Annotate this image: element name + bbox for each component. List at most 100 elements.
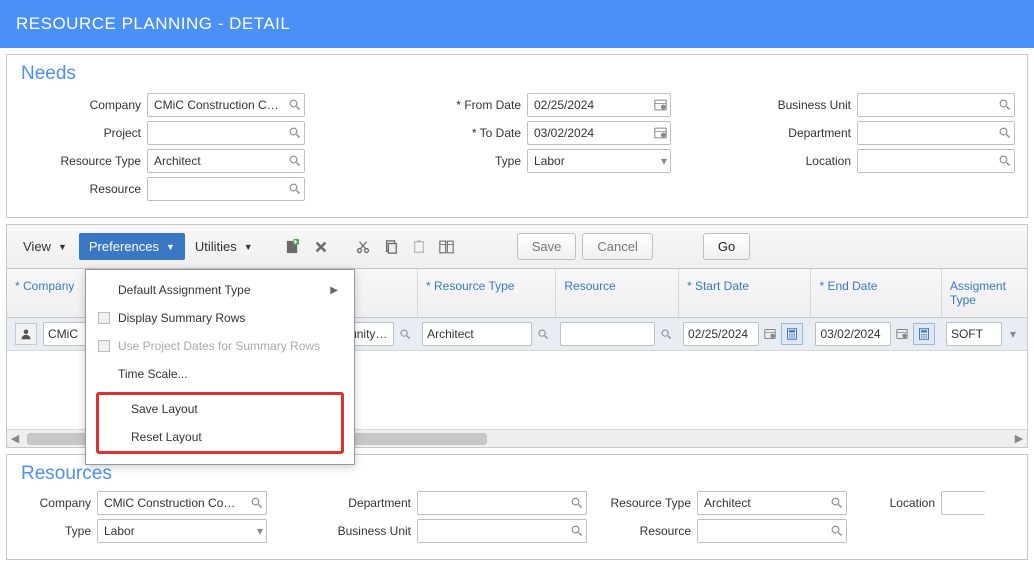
res-department-input[interactable]	[417, 491, 587, 515]
preferences-menu[interactable]: Preferences▼	[79, 233, 185, 260]
from-date-input[interactable]	[527, 93, 671, 117]
highlighted-items: Save Layout Reset Layout	[96, 392, 344, 454]
scroll-left-icon[interactable]: ◀	[7, 432, 23, 445]
search-icon[interactable]	[289, 183, 301, 195]
calendar-icon[interactable]	[654, 127, 667, 140]
menu-default-assignment-type[interactable]: Default Assignment Type▶	[86, 276, 354, 304]
checkbox-icon	[98, 340, 110, 352]
menu-time-scale[interactable]: Time Scale...	[86, 360, 354, 388]
cell-resource-type-input[interactable]	[422, 322, 532, 346]
menu-use-project-dates[interactable]: Use Project Dates for Summary Rows	[86, 332, 354, 360]
res-department-label: Department	[311, 496, 411, 510]
to-date-input[interactable]	[527, 121, 671, 145]
checkbox-icon	[98, 312, 110, 324]
search-icon[interactable]	[657, 323, 675, 345]
cut-icon[interactable]	[351, 235, 375, 259]
resources-panel: Resources Company Type ▾ Department	[6, 454, 1028, 560]
calendar-icon[interactable]	[893, 323, 911, 345]
menu-display-summary-rows[interactable]: Display Summary Rows	[86, 304, 354, 332]
resources-heading: Resources	[21, 463, 1013, 485]
res-location-input[interactable]	[941, 491, 985, 515]
search-icon[interactable]	[999, 127, 1011, 139]
company-label: Company	[21, 98, 141, 112]
res-location-label: Location	[871, 496, 935, 510]
page-title: RESOURCE PLANNING - DETAIL	[0, 0, 1034, 48]
toolbar: View▼ Preferences▼ Utilities▼ Save Cance…	[7, 225, 1027, 269]
person-icon[interactable]	[15, 323, 37, 345]
calendar-icon[interactable]	[654, 99, 667, 112]
calculator-icon[interactable]	[913, 323, 935, 345]
add-icon[interactable]	[281, 235, 305, 259]
business-unit-input[interactable]	[857, 93, 1015, 117]
department-label: Department	[731, 126, 851, 140]
search-icon[interactable]	[571, 497, 583, 509]
chevron-down-icon: ▼	[166, 242, 175, 252]
chevron-down-icon: ▾	[1004, 323, 1022, 345]
resource-label: Resource	[21, 182, 141, 196]
res-resource-type-label: Resource Type	[591, 496, 691, 510]
paste-icon[interactable]	[407, 235, 431, 259]
res-type-select[interactable]	[97, 519, 267, 543]
th-end-date[interactable]: * End Date	[811, 269, 941, 317]
type-select[interactable]	[527, 149, 671, 173]
chevron-down-icon: ▼	[58, 242, 67, 252]
cell-company-input[interactable]	[43, 322, 91, 346]
resource-input[interactable]	[147, 177, 305, 201]
cell-resource-input[interactable]	[560, 322, 655, 346]
save-button[interactable]: Save	[517, 233, 577, 260]
location-label: Location	[731, 154, 851, 168]
project-input[interactable]	[147, 121, 305, 145]
search-icon[interactable]	[831, 525, 843, 537]
go-button[interactable]: Go	[703, 233, 750, 260]
chevron-right-icon: ▶	[330, 285, 338, 296]
scroll-right-icon[interactable]: ▶	[1011, 432, 1027, 445]
res-company-label: Company	[21, 496, 91, 510]
resource-type-input[interactable]	[147, 149, 305, 173]
th-resource-type[interactable]: * Resource Type	[418, 269, 556, 317]
th-start-date[interactable]: * Start Date	[679, 269, 811, 317]
search-icon[interactable]	[534, 323, 552, 345]
res-resource-type-input[interactable]	[697, 491, 847, 515]
search-icon[interactable]	[999, 99, 1011, 111]
view-menu[interactable]: View▼	[13, 233, 77, 260]
from-date-label: From Date	[401, 98, 521, 112]
search-icon[interactable]	[396, 323, 414, 345]
cell-assignment-type-select[interactable]	[946, 322, 1002, 346]
res-business-unit-input[interactable]	[417, 519, 587, 543]
delete-icon[interactable]	[309, 235, 333, 259]
needs-heading: Needs	[21, 63, 1013, 85]
business-unit-label: Business Unit	[731, 98, 851, 112]
company-input[interactable]	[147, 93, 305, 117]
search-icon[interactable]	[571, 525, 583, 537]
search-icon[interactable]	[289, 155, 301, 167]
cell-start-date-input[interactable]	[683, 322, 759, 346]
chevron-down-icon: ▼	[244, 242, 253, 252]
calculator-icon[interactable]	[781, 323, 803, 345]
search-icon[interactable]	[251, 497, 263, 509]
project-label: Project	[21, 126, 141, 140]
res-resource-label: Resource	[591, 524, 691, 538]
menu-save-layout[interactable]: Save Layout	[99, 395, 341, 423]
cell-end-date-input[interactable]	[815, 322, 891, 346]
search-icon[interactable]	[831, 497, 843, 509]
calendar-icon[interactable]	[761, 323, 779, 345]
utilities-menu[interactable]: Utilities▼	[185, 233, 263, 260]
cancel-button[interactable]: Cancel	[582, 233, 652, 260]
res-company-input[interactable]	[97, 491, 267, 515]
needs-panel: Needs Company Project Re	[6, 54, 1028, 218]
search-icon[interactable]	[999, 155, 1011, 167]
to-date-label: To Date	[401, 126, 521, 140]
search-icon[interactable]	[289, 99, 301, 111]
type-label: Type	[401, 154, 521, 168]
copy-icon[interactable]	[379, 235, 403, 259]
res-resource-input[interactable]	[697, 519, 847, 543]
search-icon[interactable]	[289, 127, 301, 139]
th-resource[interactable]: Resource	[556, 269, 679, 317]
res-business-unit-label: Business Unit	[311, 524, 411, 538]
detail-section: View▼ Preferences▼ Utilities▼ Save Cance…	[6, 224, 1028, 448]
th-assignment-type[interactable]: Assigment Type	[942, 269, 1027, 317]
location-input[interactable]	[857, 149, 1015, 173]
form-icon[interactable]	[435, 235, 459, 259]
menu-reset-layout[interactable]: Reset Layout	[99, 423, 341, 451]
department-input[interactable]	[857, 121, 1015, 145]
